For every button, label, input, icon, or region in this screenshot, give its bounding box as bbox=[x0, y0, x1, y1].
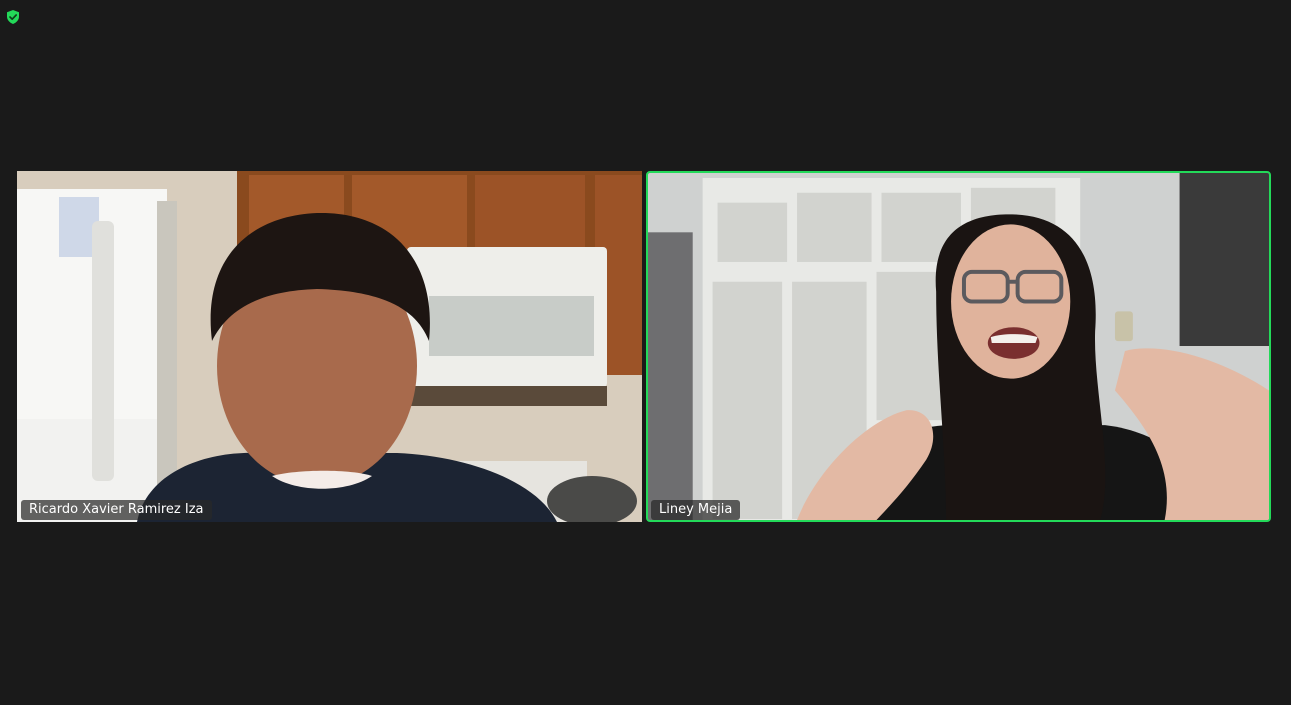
participant-video-tile[interactable]: Ricardo Xavier Ramirez Iza bbox=[17, 171, 642, 522]
active-speaker-video-tile[interactable]: Liney Mejia bbox=[646, 171, 1271, 522]
shield-check-icon[interactable] bbox=[5, 9, 21, 25]
participant-name-label: Ricardo Xavier Ramirez Iza bbox=[21, 500, 212, 520]
meeting-gallery-view: Ricardo Xavier Ramirez Iza Liney Mejia bbox=[0, 0, 1291, 705]
participant-video bbox=[648, 173, 1269, 520]
participant-name-label: Liney Mejia bbox=[651, 500, 741, 520]
participant-video bbox=[17, 171, 642, 522]
